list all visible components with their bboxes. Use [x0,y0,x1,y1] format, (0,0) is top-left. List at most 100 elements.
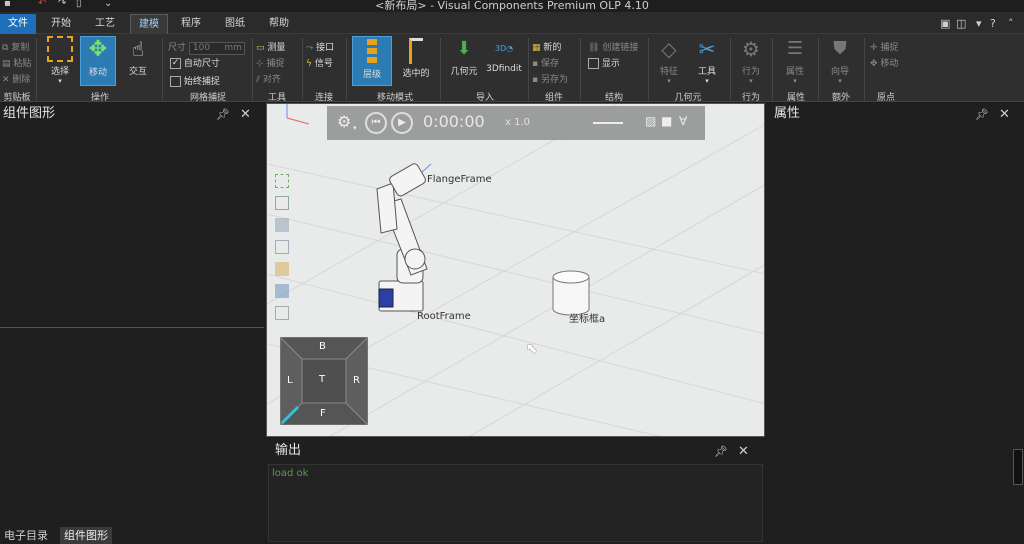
paste-button[interactable]: ▤ 粘贴 [2,56,31,69]
component-graph-panel: 组件图形 📌︎ ✕ [0,103,264,544]
close-icon[interactable]: ✕ [738,444,749,459]
save-component-button[interactable]: ▪ 保存 [532,56,559,69]
screenshot-icon[interactable]: ▨ [645,114,656,128]
group-operate-label: 操作 [90,93,109,103]
move-button[interactable]: ✥ 移动 [80,36,116,86]
group-grid-snap-label: 网格捕捉 [189,93,226,103]
mouse-cursor-icon: ⬉ [526,341,538,357]
speed-slider[interactable] [593,122,623,124]
chevron-down-icon[interactable]: ▾ [353,124,357,132]
selected-button[interactable]: 选中的 [396,36,436,79]
group-properties-label: 属性 [786,93,805,103]
export-icon[interactable]: ∀ [679,114,687,128]
navigation-cube[interactable]: B T L R F [280,337,368,425]
3dfindit-icon: 3D◔ [494,44,514,53]
tab-modeling[interactable]: 建模 [130,14,168,34]
origin-capture-button[interactable]: ✛ 捕捉 [870,40,898,53]
move-icon: ✥ [88,37,108,62]
capture-button[interactable]: ⊹ 捕捉 [256,56,284,69]
align-button[interactable]: ⫽ 对齐 [256,72,281,85]
origin-move-button[interactable]: ✥ 移动 [870,56,898,69]
rewind-button[interactable]: ⏮ [365,112,387,134]
tab-help[interactable]: 帮助 [262,14,296,34]
tab-program[interactable]: 程序 [174,14,208,34]
group-geometry-label: 几何元 [674,93,702,103]
pin-icon[interactable]: 📌︎ [714,445,728,458]
ruler-icon: ▭ [256,43,265,53]
hierarchy-button[interactable]: 层级 [352,36,392,86]
tab-home[interactable]: 开始 [44,14,78,34]
output-title: 输出 [275,443,302,458]
group-structure-label: 结构 [604,93,623,103]
playback-toolbar: ⚙ ▾ ⏮ ▶ 0:00:00 x 1.0 ▨ ■ ∀ [327,106,705,140]
view-toolbar [275,174,289,320]
panel-title: 属性 [774,106,801,121]
interact-button[interactable]: ☝ 交互 [120,36,156,77]
perspective-icon[interactable] [275,218,289,232]
signal-button[interactable]: ϟ 信号 [306,56,333,69]
hierarchy-icon [367,39,377,65]
pin-icon[interactable]: 📌︎ [975,108,989,121]
geometry-import-button[interactable]: ⬇ 几何元 [446,36,482,77]
record-video-icon[interactable]: ■ [661,114,672,128]
speed-display: x 1.0 [505,117,530,128]
properties-button[interactable]: ☰ 属性 ▾ [778,36,812,85]
layers-icon[interactable] [275,306,289,320]
tab-ecatalog[interactable]: 电子目录 [0,527,52,544]
settings-gear-icon[interactable]: ⚙ [337,112,351,131]
tab-drawing[interactable]: 图纸 [218,14,252,34]
3dfindit-button[interactable]: 3D◔ 3Dfindit [484,36,524,74]
panel-divider [0,327,264,328]
play-button[interactable]: ▶ [391,112,413,134]
geometry-tools-button[interactable]: ✂ 工具 ▾ [690,36,724,85]
pin-icon[interactable]: 📌︎ [216,108,230,121]
behavior-button[interactable]: ⚙ 行为 ▾ [734,36,768,85]
group-move-mode-label: 移动模式 [376,93,413,103]
navcube-right-face[interactable]: R [353,375,360,386]
render-mode-icon[interactable] [275,262,289,276]
flange-frame-label: FlangeFrame [427,174,492,185]
output-log-area[interactable]: load ok [268,464,763,542]
navcube-center-face[interactable]: T [319,374,325,385]
interface-button[interactable]: ⤳ 接口 [306,40,334,53]
measure-button[interactable]: ▭ 测量 [256,40,285,53]
navcube-left-face[interactable]: L [287,375,293,386]
console-icon[interactable]: ▣ [940,17,950,30]
fit-view-icon[interactable] [275,174,289,188]
always-snap-checkbox[interactable]: 始终捕捉 [170,74,220,87]
tab-component-graph[interactable]: 组件图形 [60,527,112,544]
navcube-bottom-face[interactable]: F [320,408,326,419]
checkbox-icon [170,76,181,87]
side-scroll-handle[interactable] [1013,449,1023,485]
navcube-top-face[interactable]: B [319,341,326,352]
wizard-button[interactable]: ⛊ 向导 ▾ [822,36,858,85]
feature-button[interactable]: ◇ 特征 ▾ [652,36,686,85]
root-frame-label: RootFrame [417,311,471,322]
zoom-window-icon[interactable] [275,196,289,210]
tab-file[interactable]: 文件 [0,14,36,34]
auto-size-checkbox[interactable]: ✓ 自动尺寸 [170,56,220,69]
selection-mode-icon[interactable] [275,284,289,298]
delete-button[interactable]: ✕ 删除 [2,72,30,85]
select-button[interactable]: 选择 ▾ [42,36,78,85]
show-checkbox[interactable]: 显示 [588,56,620,69]
help-icon[interactable]: ? [990,17,996,30]
new-component-button[interactable]: ▦ 新的 [532,40,561,53]
select-icon [47,36,73,62]
grid-size-field[interactable]: 尺寸 100 mm [168,40,245,55]
save-as-component-button[interactable]: ▪ 另存为 [532,72,568,85]
close-icon[interactable]: ✕ [999,107,1010,122]
selected-hierarchy-icon [409,38,423,64]
view-cube-icon[interactable] [275,240,289,254]
copy-button[interactable]: ⧉ 复制 [2,40,29,53]
coordinate-frame-label: 坐标框a [569,314,606,325]
chevron-down-icon[interactable]: ▾ [976,17,982,30]
3d-viewport[interactable]: ⚙ ▾ ⏮ ▶ 0:00:00 x 1.0 ▨ ■ ∀ FlangeFrame [266,103,765,437]
close-icon[interactable]: ✕ [240,107,251,122]
tab-process[interactable]: 工艺 [88,14,122,34]
create-link-button[interactable]: ⛓ 创建链接 [588,40,638,53]
save-as-icon: ▪ [532,75,539,85]
layout-icon[interactable]: ◫ [956,17,966,30]
collapse-ribbon-icon[interactable]: ˄ [1008,17,1014,30]
grid-size-input[interactable]: 100 mm [188,42,245,55]
